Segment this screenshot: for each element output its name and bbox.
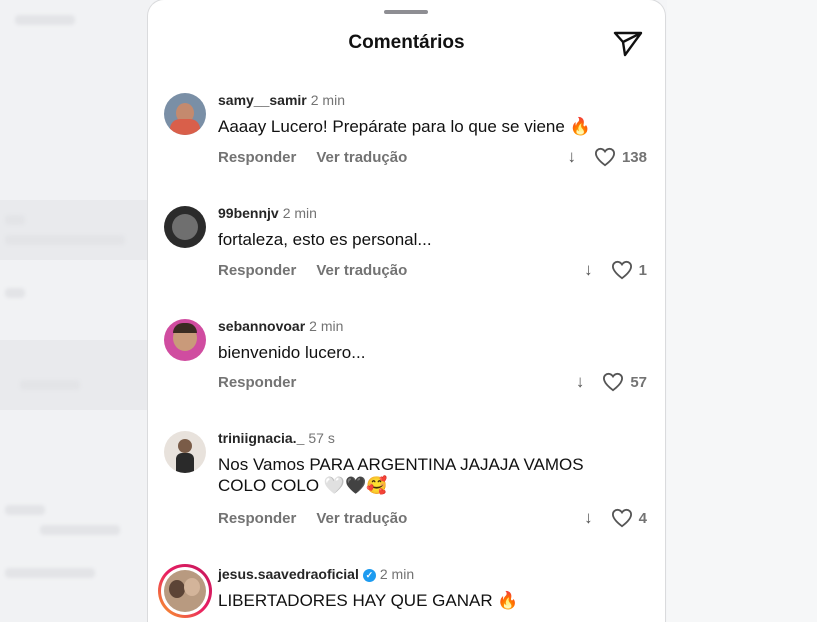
down-arrow-icon[interactable]: ↓ — [584, 508, 593, 528]
sheet-title: Comentários — [348, 32, 465, 53]
down-arrow-icon[interactable]: ↓ — [567, 147, 576, 167]
down-arrow-icon[interactable]: ↓ — [576, 372, 585, 392]
translate-button[interactable]: Ver tradução — [316, 510, 407, 527]
comment-item: 99bennjv 2 min fortaleza, esto es persona… — [148, 201, 665, 301]
blurred-text — [20, 380, 80, 390]
reply-button[interactable]: Responder — [218, 149, 296, 166]
like-count: 4 — [638, 509, 647, 527]
avatar[interactable] — [164, 431, 206, 473]
comment-text: LIBERTADORES HAY QUE GANAR 🔥 — [218, 591, 519, 610]
translate-button[interactable]: Ver tradução — [316, 262, 407, 279]
background-left — [0, 0, 150, 622]
avatar[interactable] — [164, 93, 206, 135]
comment-time: 2 min — [310, 92, 345, 108]
heart-icon[interactable] — [602, 372, 624, 392]
comment-text: fortaleza, esto es personal... — [218, 230, 432, 249]
comment-time: 57 s — [308, 430, 335, 446]
blurred-text — [40, 525, 120, 535]
comment-text: bienvenido lucero... — [218, 343, 366, 362]
blurred-text — [5, 505, 45, 515]
comment-item: triniignacia._ 57 s Nos Vamos PARA ARGENT… — [148, 426, 665, 546]
comment-text: Nos Vamos PARA ARGENTINA JAJAJA VAMOS CO… — [218, 454, 638, 496]
comment-username[interactable]: triniignacia._ — [218, 430, 304, 446]
avatar[interactable] — [164, 570, 206, 612]
like-count: 1 — [638, 261, 647, 279]
heart-icon[interactable] — [611, 508, 633, 528]
blurred-text — [5, 215, 25, 225]
like-count: 57 — [630, 373, 647, 391]
heart-icon[interactable] — [594, 147, 616, 167]
blurred-row — [0, 340, 150, 410]
paper-plane-icon[interactable] — [612, 29, 644, 57]
blurred-text — [5, 568, 95, 578]
comment-username[interactable]: samy__samir — [218, 92, 307, 108]
blurred-text — [5, 288, 25, 298]
comments-sheet: Comentários samy__samir 2 min Aaaay Lucer… — [148, 0, 665, 622]
comment-text: Aaaay Lucero! Prepárate para lo que se v… — [218, 117, 591, 136]
background-right — [667, 0, 817, 622]
comment-item: jesus.saavedraoficial ✓ 2 min LIBERTADORES… — [148, 562, 665, 622]
sheet-grabber[interactable] — [384, 10, 428, 14]
reply-button[interactable]: Responder — [218, 374, 296, 391]
blurred-text — [5, 235, 125, 245]
verified-badge-icon: ✓ — [362, 569, 376, 582]
reply-button[interactable]: Responder — [218, 262, 296, 279]
comment-item: sebannovoar 2 min bienvenido lucero... Re… — [148, 314, 665, 414]
translate-button[interactable]: Ver tradução — [316, 149, 407, 166]
comment-item: samy__samir 2 min Aaaay Lucero! Prepárate… — [148, 88, 665, 188]
comment-time: 2 min — [379, 566, 415, 582]
comment-time: 2 min — [309, 318, 344, 334]
comment-text-line: COLO COLO 🤍🖤🥰 — [218, 476, 388, 495]
comment-username[interactable]: jesus.saavedraoficial — [218, 566, 359, 582]
avatar[interactable] — [164, 206, 206, 248]
reply-button[interactable]: Responder — [218, 510, 296, 527]
comment-username[interactable]: 99bennjv — [218, 205, 279, 221]
comment-text-line: Nos Vamos PARA ARGENTINA JAJAJA VAMOS — [218, 455, 584, 474]
like-count: 138 — [621, 148, 647, 166]
comment-username[interactable]: sebannovoar — [218, 318, 305, 334]
comment-time: 2 min — [282, 205, 317, 221]
heart-icon[interactable] — [611, 260, 633, 280]
blurred-text — [15, 15, 75, 25]
blurred-row — [0, 200, 150, 260]
avatar[interactable] — [164, 319, 206, 361]
down-arrow-icon[interactable]: ↓ — [584, 260, 593, 280]
